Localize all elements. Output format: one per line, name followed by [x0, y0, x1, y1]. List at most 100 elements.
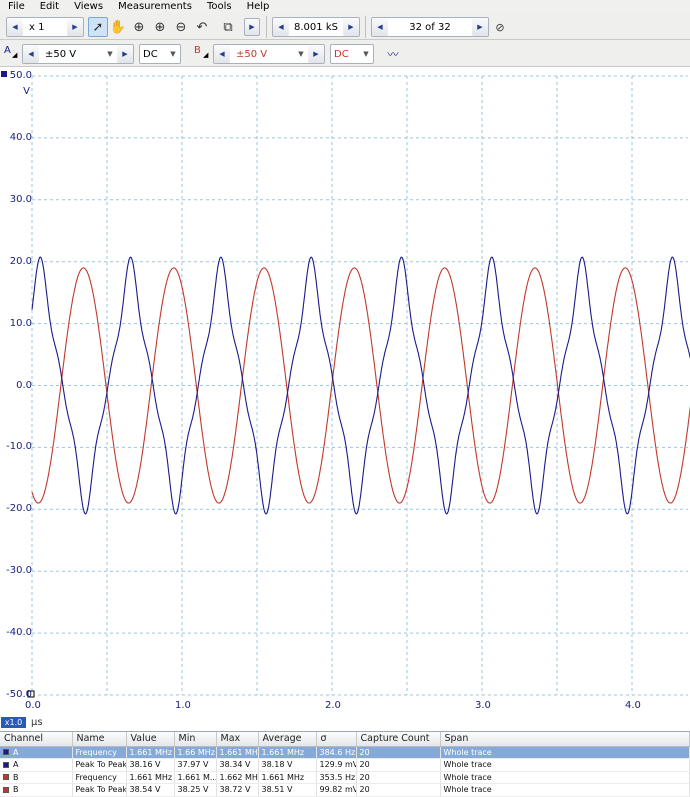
col-sigma[interactable]: σ [316, 732, 357, 747]
pointer-tool-icon[interactable]: ➚ [88, 17, 108, 37]
zoom-region-icon[interactable]: ⊕ [129, 17, 149, 37]
cell-channel: A [13, 747, 19, 757]
channel-a-range-up[interactable]: ▶ [117, 45, 133, 63]
channel-a-options-icon[interactable]: ◢ [12, 51, 17, 59]
scope-view[interactable]: 50.0 40.0 30.0 20.0 10.0 0.0 -10.0 -20.0 -30.0 -4… [0, 68, 690, 716]
zoom-out-icon[interactable]: ⊖ [171, 17, 191, 37]
col-span[interactable]: Span [440, 732, 690, 747]
menu-bar: File Edit Views Measurements Tools Help [0, 0, 690, 13]
cell-min: 37.97 V [174, 758, 217, 772]
channel-a-coupling[interactable]: DC ▼ [139, 44, 181, 64]
cell-max: 1.661 MHz [216, 746, 259, 759]
main-toolbar: ◀ x 1 ▶ ➚ ✋ ⊕ ⊕ ⊖ ↶ ⧉ ▶ ◀ 8.001 kS ▶ ◀ 3… [0, 13, 690, 40]
cell-value: 38.16 V [126, 758, 175, 772]
menu-help[interactable]: Help [239, 0, 277, 13]
channel-a-range: ◀ ±50 V ▼ ▶ [22, 44, 134, 64]
channel-a-range-value[interactable]: ±50 V [39, 49, 103, 60]
x-zoom-badge[interactable]: x1.0 [1, 717, 26, 728]
signal-generator-icon[interactable]: 〰 [383, 44, 403, 64]
zoom-increase-button[interactable]: ▶ [67, 18, 83, 36]
channel-toolbar: A ◢ ◀ ±50 V ▼ ▶ DC ▼ B ◢ ◀ ±50 V ▼ ▶ DC … [0, 40, 690, 67]
channel-b-coupling[interactable]: DC ▼ [330, 44, 374, 64]
cell-average: 38.51 V [258, 783, 317, 797]
x-tick-label: 2.0 [325, 700, 341, 711]
col-min[interactable]: Min [174, 732, 217, 747]
table-row[interactable]: B Frequency 1.661 MHz 1.661 M... 1.662 MHz 1.… [0, 771, 690, 784]
cell-name: Frequency [72, 771, 127, 784]
zoom-decrease-button[interactable]: ◀ [7, 18, 23, 36]
previous-capture-button[interactable]: ◀ [372, 18, 388, 36]
menu-tools[interactable]: Tools [199, 0, 239, 13]
zoom-fit-icon[interactable]: ⧉ [218, 17, 238, 37]
table-row[interactable]: A Frequency 1.661 MHz 1.66 MHz 1.661 MHz 1.66… [0, 746, 690, 759]
y-tick-label: 20.0 [9, 255, 32, 267]
cell-span: Whole trace [440, 746, 690, 759]
menu-edit[interactable]: Edit [32, 0, 66, 13]
channel-a-label[interactable]: A [4, 45, 11, 56]
cell-name: Peak To Peak [72, 783, 127, 797]
col-capture-count[interactable]: Capture Count [356, 732, 441, 747]
col-value[interactable]: Value [126, 732, 175, 747]
y-tick-label: -30.0 [6, 565, 32, 577]
menu-file[interactable]: File [0, 0, 32, 13]
channel-b-range-value[interactable]: ±50 V [230, 49, 294, 60]
channel-a-range-down[interactable]: ◀ [23, 45, 39, 63]
channel-b-range-down[interactable]: ◀ [214, 45, 230, 63]
cell-max: 38.72 V [216, 783, 259, 797]
y-tick-label: 0.0 [16, 379, 32, 391]
cell-max: 38.34 V [216, 758, 259, 772]
channel-color-swatch [3, 786, 9, 793]
cell-count: 20 [356, 771, 441, 784]
y-tick-label: 10.0 [9, 317, 32, 329]
cell-min: 1.66 MHz [174, 746, 217, 759]
channel-b-range-up[interactable]: ▶ [308, 45, 324, 63]
waveform-plot [1, 71, 690, 698]
undo-zoom-icon[interactable]: ↶ [192, 17, 212, 37]
y-tick-label: -50.0 [6, 689, 32, 700]
cell-count: 20 [356, 746, 441, 759]
menu-views[interactable]: Views [66, 0, 110, 13]
cell-average: 38.18 V [258, 758, 317, 772]
y-tick-label: -20.0 [6, 503, 32, 515]
measurements-panel: Channel Name Value Min Max Average σ Cap… [0, 731, 690, 797]
x-tick-label: 1.0 [175, 700, 191, 711]
capture-settings-icon[interactable]: ⊘ [490, 17, 510, 37]
cell-count: 20 [356, 758, 441, 772]
cell-count: 20 [356, 783, 441, 797]
y-tick-label: 40.0 [9, 131, 32, 143]
channel-color-swatch [3, 749, 9, 756]
channel-b-options-icon[interactable]: ◢ [203, 51, 208, 59]
col-name[interactable]: Name [72, 732, 127, 747]
y-tick-label: -10.0 [6, 441, 32, 453]
cell-value: 1.661 MHz [126, 771, 175, 784]
samples-decrease-button[interactable]: ◀ [273, 18, 289, 36]
channel-color-swatch [3, 774, 9, 781]
cell-sigma: 353.5 Hz [316, 771, 357, 784]
cell-max: 1.662 MHz [216, 771, 259, 784]
col-average[interactable]: Average [258, 732, 317, 747]
zoom-value[interactable]: x 1 [23, 22, 67, 33]
table-row[interactable]: B Peak To Peak 38.54 V 38.25 V 38.72 V 38.51 … [0, 783, 690, 797]
cell-name: Frequency [72, 746, 127, 759]
chevron-down-icon[interactable]: ▼ [294, 45, 308, 63]
channel-a-coupling-value: DC [143, 48, 158, 60]
samples-increase-button[interactable]: ▶ [343, 18, 359, 36]
cell-average: 1.661 MHz [258, 746, 317, 759]
col-max[interactable]: Max [216, 732, 259, 747]
cell-min: 1.661 M... [174, 771, 217, 784]
hand-tool-icon[interactable]: ✋ [108, 17, 128, 37]
col-channel[interactable]: Channel [0, 732, 73, 747]
cell-sigma: 384.6 Hz [316, 746, 357, 759]
cell-sigma: 99.82 mV [316, 783, 357, 797]
channel-b-label[interactable]: B [194, 45, 201, 56]
scroll-right-button[interactable]: ▶ [244, 18, 260, 36]
menu-measurements[interactable]: Measurements [110, 0, 199, 13]
capture-index[interactable]: 32 of 32 [388, 22, 472, 33]
cell-value: 38.54 V [126, 783, 175, 797]
samples-value[interactable]: 8.001 kS [289, 22, 343, 33]
table-row[interactable]: A Peak To Peak 38.16 V 37.97 V 38.34 V 38.18 … [0, 758, 690, 772]
zoom-in-icon[interactable]: ⊕ [150, 17, 170, 37]
chevron-down-icon[interactable]: ▼ [103, 45, 117, 63]
next-capture-button[interactable]: ▶ [472, 18, 488, 36]
cell-min: 38.25 V [174, 783, 217, 797]
